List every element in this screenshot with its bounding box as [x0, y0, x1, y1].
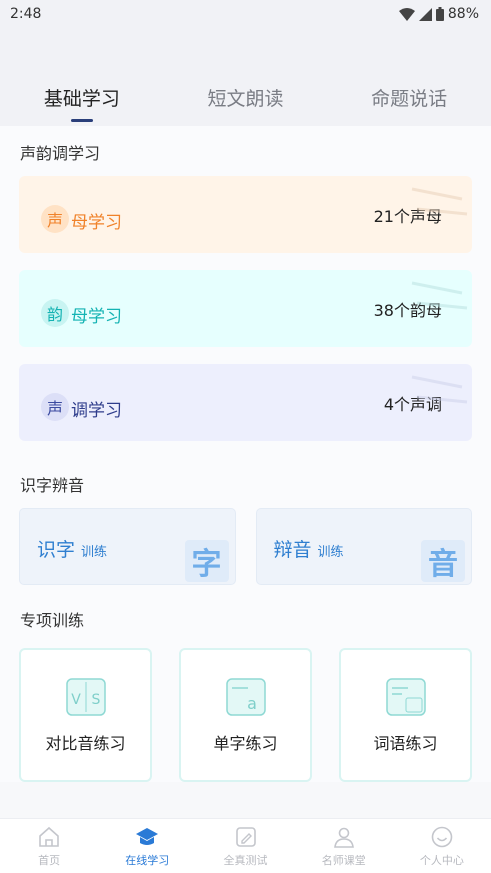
word-card-icon — [385, 678, 426, 716]
battery-icon — [435, 7, 444, 21]
initials-card-title: 声 母学习 — [41, 196, 122, 233]
sound-bg-glyph: 音 — [421, 540, 465, 582]
tab-bar: 基础学习 短文朗读 命题说话 — [0, 74, 491, 126]
word-practice-card[interactable]: 词语练习 — [339, 648, 472, 782]
contrast-sound-card[interactable]: V S 对比音练习 — [19, 648, 152, 782]
sound-distinguish-title: 辩音 — [273, 539, 312, 561]
home-icon — [39, 826, 59, 847]
status-time: 2:48 — [10, 6, 42, 22]
initials-card[interactable]: 声 母学习 21个声母 — [19, 176, 472, 253]
decoration-icon — [411, 375, 468, 404]
wifi-icon — [398, 7, 415, 21]
letter-a-icon: a — [225, 678, 266, 716]
contrast-sound-label: 对比音练习 — [45, 734, 126, 753]
signal-icon — [418, 7, 432, 21]
edit-icon — [235, 827, 256, 847]
teacher-icon — [333, 827, 354, 848]
battery-percent: 88% — [447, 6, 479, 22]
finals-card-title: 韵 母学习 — [41, 290, 122, 327]
special-training-cards: V S 对比音练习 a 单字练习 词语练习 — [19, 648, 472, 782]
tones-badge: 声 — [41, 393, 69, 421]
svg-text:S: S — [91, 692, 100, 708]
nav-online-learning[interactable]: 在线学习 — [98, 819, 196, 873]
nav-home[interactable]: 首页 — [0, 819, 98, 873]
finals-label: 母学习 — [71, 307, 122, 327]
nav-full-test-label: 全真测试 — [223, 854, 268, 867]
smile-icon — [431, 826, 453, 848]
nav-online-learning-label: 在线学习 — [125, 854, 170, 867]
nav-teacher-class-label: 名师课堂 — [321, 854, 366, 867]
tab-basic-learning[interactable]: 基础学习 — [0, 74, 164, 126]
tab-topic-speaking[interactable]: 命题说话 — [327, 74, 491, 126]
tab-short-reading[interactable]: 短文朗读 — [164, 74, 328, 126]
nav-profile-label: 个人中心 — [419, 854, 464, 867]
finals-badge: 韵 — [41, 299, 69, 327]
shizi-cards: 识字 训练 字 辩音 训练 音 — [19, 508, 472, 585]
nav-teacher-class[interactable]: 名师课堂 — [295, 819, 393, 873]
tones-card[interactable]: 声 调学习 4个声调 — [19, 364, 472, 441]
nav-home-label: 首页 — [38, 854, 61, 867]
svg-text:V: V — [71, 692, 81, 708]
finals-card[interactable]: 韵 母学习 38个韵母 — [19, 270, 472, 347]
sound-distinguish-card[interactable]: 辩音 训练 音 — [255, 508, 472, 585]
tones-card-title: 声 调学习 — [41, 384, 122, 421]
status-bar: 2:48 88% — [0, 0, 491, 28]
sound-distinguish-sub: 训练 — [317, 545, 344, 560]
section-title-shengyun: 声韵调学习 — [20, 144, 101, 163]
single-char-card[interactable]: a 单字练习 — [179, 648, 312, 782]
char-recognition-sub: 训练 — [81, 545, 108, 560]
char-recognition-card[interactable]: 识字 训练 字 — [19, 508, 236, 585]
status-icons: 88% — [398, 6, 479, 22]
nav-profile[interactable]: 个人中心 — [393, 819, 491, 873]
single-char-label: 单字练习 — [213, 734, 278, 753]
nav-full-test[interactable]: 全真测试 — [196, 819, 294, 873]
header: 基础学习 短文朗读 命题说话 — [0, 28, 491, 126]
svg-text:a: a — [247, 694, 257, 713]
tones-label: 调学习 — [71, 401, 122, 421]
vs-icon: V S — [65, 678, 106, 716]
word-practice-label: 词语练习 — [373, 734, 438, 753]
bottom-nav: 首页 在线学习 全真测试 名师课堂 个人中心 — [0, 818, 491, 873]
decoration-icon — [411, 187, 468, 216]
initials-label: 母学习 — [71, 213, 122, 233]
decoration-icon — [411, 281, 468, 310]
graduation-cap-icon — [136, 828, 159, 845]
section-title-zhuanxiang: 专项训练 — [20, 611, 85, 630]
initials-badge: 声 — [41, 205, 69, 233]
char-bg-glyph: 字 — [184, 540, 229, 582]
section-title-shizi: 识字辨音 — [20, 476, 85, 495]
char-recognition-title: 识字 — [37, 539, 76, 561]
main-content: 声韵调学习 声 母学习 21个声母 韵 母学习 38个韵母 声 调学习 4个声调… — [0, 126, 491, 782]
